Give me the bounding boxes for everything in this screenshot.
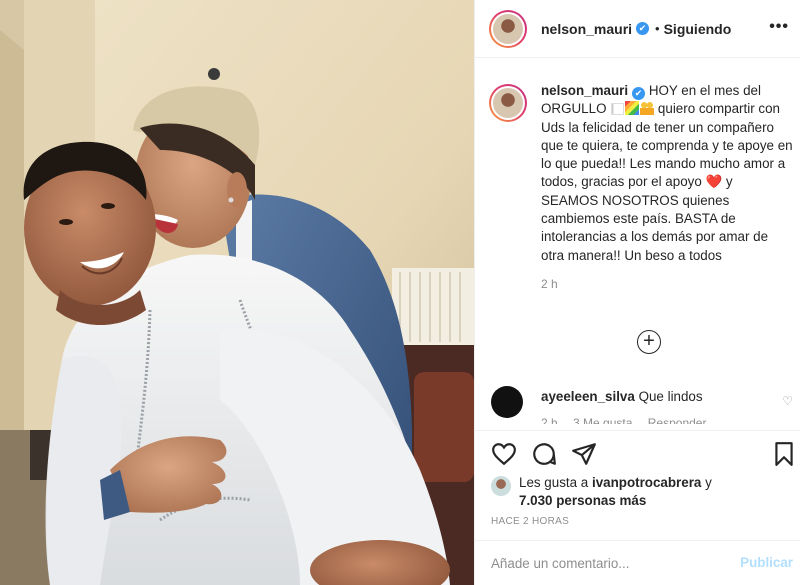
comment-likes[interactable]: 3 Me gusta [573, 416, 632, 424]
caption-verified-icon: ✔ [632, 87, 646, 100]
caption-username[interactable]: nelson_mauri [541, 83, 628, 98]
likes-others-link[interactable]: 7.030 personas más [519, 493, 646, 508]
caption-author-avatar[interactable] [489, 84, 527, 122]
comment-icon[interactable] [531, 441, 557, 467]
rainbow-emoji-icon [625, 101, 640, 116]
add-comment-bar: Publicar [475, 540, 800, 585]
action-bar [475, 430, 800, 474]
author-username[interactable]: nelson_mauri [541, 21, 632, 37]
post-timestamp[interactable]: HACE 2 HORAS [491, 516, 569, 527]
commenter-avatar[interactable] [491, 386, 523, 418]
red-heart-emoji-icon: ❤️ [705, 174, 723, 190]
comment-body: ayeeleen_silva Que lindos [541, 386, 791, 406]
post-photo[interactable] [0, 0, 474, 585]
post-side-panel: nelson_mauri ✔ • Siguiendo ••• nelson_ma… [474, 0, 800, 585]
likes-summary: Les gusta a ivanpotrocabrera y 7.030 per… [491, 474, 791, 508]
add-comment-input[interactable] [491, 553, 711, 573]
liker-username[interactable]: ivanpotrocabrera [592, 475, 701, 490]
author-avatar[interactable] [489, 9, 527, 48]
post-caption: nelson_mauri ✔ HOY en el mes del ORGULLO … [489, 82, 793, 291]
likes-prefix: Les gusta a [519, 475, 592, 490]
comment-reply-button[interactable]: Responder [648, 416, 707, 424]
comment-like-heart-icon[interactable]: ♡ [782, 394, 793, 408]
bookmark-icon[interactable] [771, 441, 797, 467]
load-more-comments-plus-circle-icon[interactable]: + [637, 330, 661, 354]
comment-item: ayeeleen_silva Que lindos 2 h 3 Me gusta… [491, 386, 793, 424]
caption-time[interactable]: 2 h [541, 277, 793, 291]
comment-text: Que lindos [638, 389, 703, 404]
follow-status-button[interactable]: Siguiendo [664, 21, 732, 37]
comment-meta: 2 h 3 Me gusta Responder [541, 416, 791, 424]
verified-badge-icon: ✔ [636, 22, 650, 35]
header-separator: • [655, 21, 660, 36]
liker-avatar[interactable] [491, 476, 511, 496]
likes-text: Les gusta a ivanpotrocabrera y 7.030 per… [519, 474, 791, 510]
paper-plane-icon[interactable] [571, 441, 597, 467]
comment-time[interactable]: 2 h [541, 416, 558, 424]
post-header: nelson_mauri ✔ • Siguiendo ••• [475, 0, 800, 58]
likes-conj: y [701, 475, 712, 490]
commenter-username[interactable]: ayeeleen_silva [541, 389, 635, 404]
white-flag-emoji-icon [611, 103, 625, 116]
caption-text: nelson_mauri ✔ HOY en el mes del ORGULLO … [541, 82, 793, 265]
two-men-emoji-icon [640, 101, 655, 116]
heart-outline-icon[interactable] [491, 441, 517, 467]
more-options-icon[interactable]: ••• [769, 18, 789, 36]
post-image [0, 0, 474, 585]
publish-button[interactable]: Publicar [740, 555, 793, 570]
